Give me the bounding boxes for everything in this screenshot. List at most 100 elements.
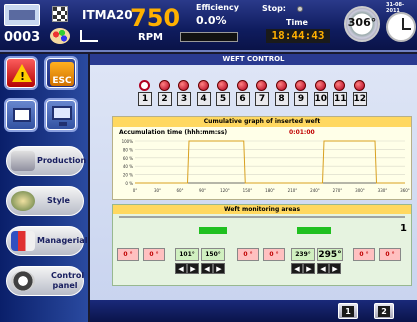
area2-end-right-arrow[interactable]: ▶ xyxy=(329,263,341,274)
efficiency-label: Efficiency xyxy=(196,3,239,12)
control-panel-button[interactable]: Control panel xyxy=(6,266,84,296)
cumulative-series-line xyxy=(135,140,405,184)
managerial-button[interactable]: Managerial xyxy=(6,226,88,256)
y-tick-label: 20 % xyxy=(123,173,133,178)
area1-start-left-arrow[interactable]: ◀ xyxy=(175,263,187,274)
feeder-number: 5 xyxy=(216,92,230,106)
production-icon xyxy=(11,151,35,171)
x-tick-label: 30° xyxy=(154,188,161,193)
area-cell-7[interactable]: 239° xyxy=(291,248,315,261)
weft-control-panel: WEFT CONTROL 1 2 3 4 5 6 7 8 9 10 11 12 Cumulative … xyxy=(90,54,417,300)
feeder-number: 11 xyxy=(333,92,347,106)
page-2-button[interactable]: 2 xyxy=(374,303,394,319)
machine-model: ITMA20 xyxy=(82,8,133,22)
x-tick-label: 240° xyxy=(310,188,320,193)
area2-start-left-arrow[interactable]: ◀ xyxy=(291,263,303,274)
cumulative-graph-panel: Cumulative graph of inserted weft Accumu… xyxy=(112,116,412,200)
feeder-indicator xyxy=(275,80,287,91)
feeder-indicator xyxy=(217,80,228,91)
feeder-number: 3 xyxy=(177,92,191,106)
monitor-icon xyxy=(52,106,72,120)
x-tick-label: 270° xyxy=(333,188,343,193)
esc-button[interactable]: ESC xyxy=(44,56,78,90)
y-tick-label: 0 % xyxy=(125,181,133,186)
monitor-button[interactable] xyxy=(44,98,78,132)
rpm-label: RPM xyxy=(138,32,163,43)
managerial-icon xyxy=(11,231,35,251)
page-1-label: 1 xyxy=(342,306,354,317)
feeder-indicator xyxy=(256,80,267,91)
feeder-number: 10 xyxy=(313,92,328,106)
sidebar: ! ESC Production Style Managerial Contro… xyxy=(0,54,88,322)
area-cell-4[interactable]: 150° xyxy=(201,248,225,261)
production-button[interactable]: Production xyxy=(6,146,86,176)
area2-end-left-arrow[interactable]: ◀ xyxy=(317,263,329,274)
cumulative-chart: 100% 80 % 60 % 40 % 20 % 0 %0° 30° 60° 90° 120° 15… xyxy=(122,139,410,193)
area1-end-right-arrow[interactable]: ▶ xyxy=(213,263,225,274)
y-tick-label: 100% xyxy=(122,139,134,144)
area-cell-8[interactable]: 295° xyxy=(317,248,343,261)
feeder-indicator xyxy=(236,80,248,91)
time-label: Time xyxy=(286,18,308,27)
stop-label: Stop: xyxy=(262,4,287,13)
area1-start-right-arrow[interactable]: ▶ xyxy=(187,263,199,274)
x-tick-label: 180° xyxy=(265,188,275,193)
area-cell-1[interactable]: 0 ° xyxy=(117,248,139,261)
x-tick-label: 210° xyxy=(288,188,298,193)
page-2-label: 2 xyxy=(378,306,390,317)
window-icon xyxy=(13,108,31,122)
esc-key-icon: ESC xyxy=(50,62,74,86)
area-cell-2[interactable]: 0 ° xyxy=(143,248,165,261)
feeder-indicator xyxy=(197,80,209,91)
area1-end-left-arrow[interactable]: ◀ xyxy=(201,263,213,274)
x-tick-label: 0° xyxy=(133,188,138,193)
warning-mark: ! xyxy=(20,70,26,83)
page-title: WEFT CONTROL xyxy=(90,54,417,65)
x-tick-label: 90° xyxy=(199,188,206,193)
feeder-indicator xyxy=(158,80,170,91)
area-cell-10[interactable]: 0 ° xyxy=(379,248,401,261)
area2-start-right-arrow[interactable]: ▶ xyxy=(303,263,315,274)
feeder-number: 6 xyxy=(235,92,250,106)
area-cell-3[interactable]: 101° xyxy=(175,248,199,261)
feeder-number: 7 xyxy=(255,92,269,106)
feeder-indicator xyxy=(334,80,345,91)
area-cell-9[interactable]: 0 ° xyxy=(353,248,375,261)
control-panel-label: Control panel xyxy=(51,271,85,290)
y-tick-label: 40 % xyxy=(123,164,133,169)
monitor-stand xyxy=(59,122,67,126)
monitoring-area-bar-2 xyxy=(297,227,331,234)
degree-value: 306° xyxy=(347,16,377,29)
managerial-label: Managerial xyxy=(37,236,88,245)
window-button[interactable] xyxy=(4,98,38,132)
x-tick-label: 150° xyxy=(243,188,253,193)
feeder-number: 2 xyxy=(157,92,172,106)
time-value: 18:44:43 xyxy=(266,29,330,43)
status-header: 0003 ITMA20 750 RPM Efficiency 0.0% Stop… xyxy=(0,0,417,52)
style-button[interactable]: Style xyxy=(6,186,84,216)
feeder-indicator xyxy=(295,80,306,91)
style-label: Style xyxy=(47,196,70,205)
feeder-number: 8 xyxy=(274,92,289,106)
palette-icon[interactable] xyxy=(50,28,70,44)
control-panel-icon xyxy=(11,271,35,291)
area-cell-6[interactable]: 0 ° xyxy=(263,248,285,261)
feeder-indicator xyxy=(139,80,150,91)
areas-title: Weft monitoring areas xyxy=(113,205,411,214)
feeder-indicator xyxy=(353,80,365,91)
feeder-indicator xyxy=(314,80,326,91)
accumulation-label: Accumulation time (hhh:mm:ss) xyxy=(119,129,228,136)
efficiency-value: 0.0% xyxy=(196,14,227,27)
y-tick-label: 60 % xyxy=(123,156,133,161)
chessboard-icon[interactable] xyxy=(52,6,68,22)
monitoring-area-bar-1 xyxy=(199,227,227,234)
loom-icon xyxy=(4,4,40,26)
feeder-number: 4 xyxy=(196,92,211,106)
page-1-button[interactable]: 1 xyxy=(338,303,358,319)
graph-title: Cumulative graph of inserted weft xyxy=(113,117,411,127)
y-tick-label: 80 % xyxy=(123,147,133,152)
x-tick-label: 300° xyxy=(355,188,365,193)
alarm-button[interactable]: ! xyxy=(4,56,38,90)
x-tick-label: 330° xyxy=(378,188,388,193)
area-cell-5[interactable]: 0 ° xyxy=(237,248,259,261)
